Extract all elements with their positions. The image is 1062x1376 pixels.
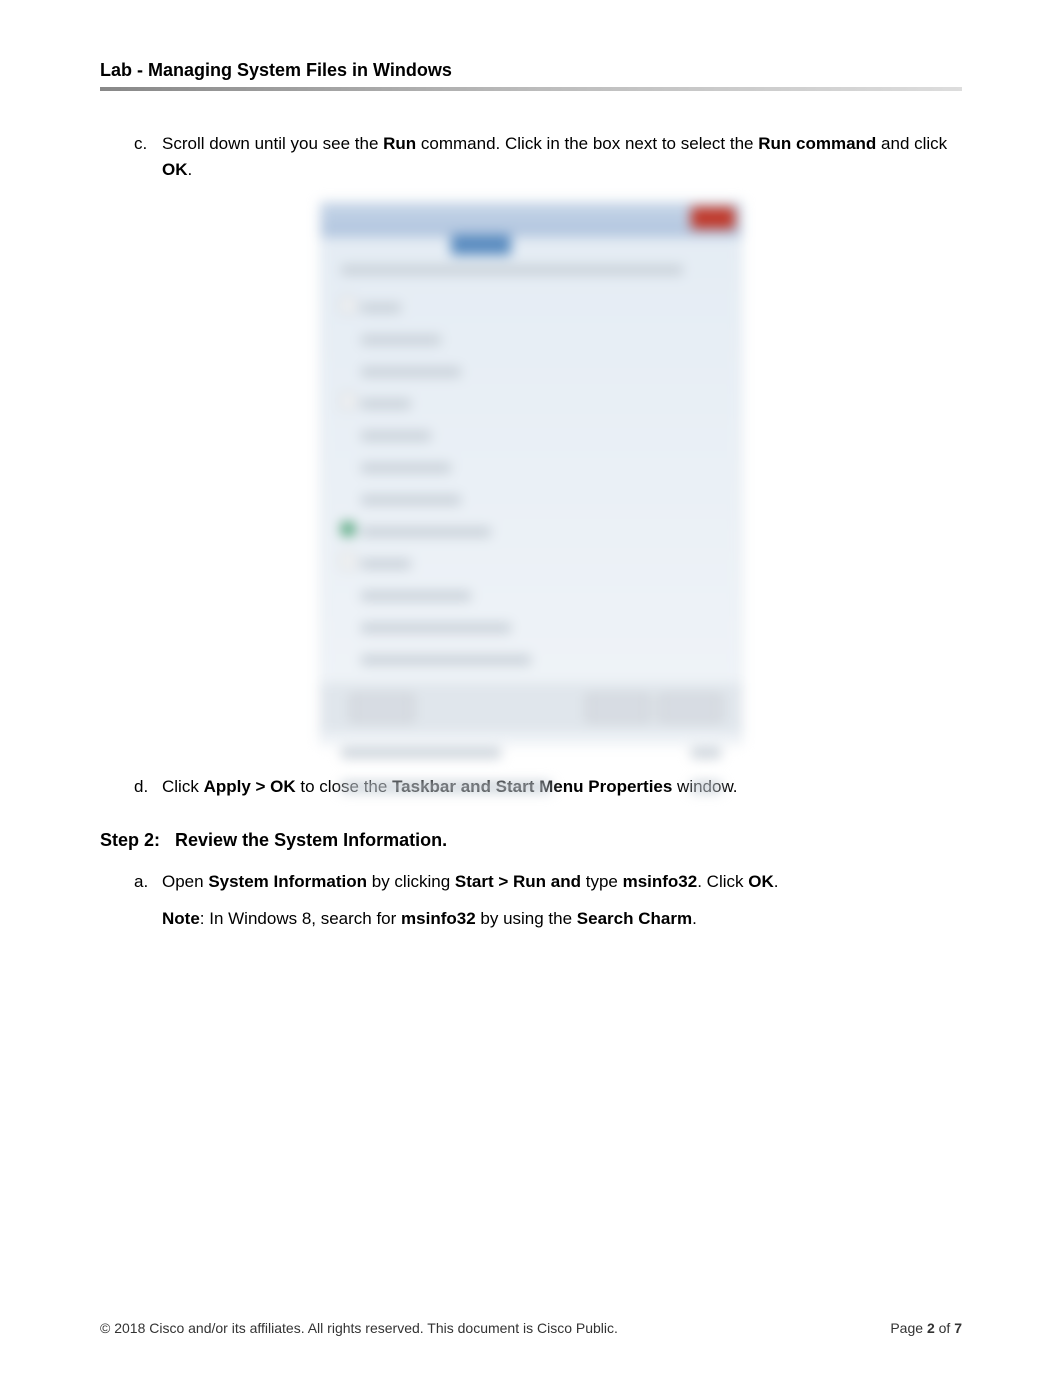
bold-ok: OK — [162, 160, 188, 179]
page-total: 7 — [954, 1320, 962, 1336]
close-icon — [691, 207, 735, 229]
use-default-button — [351, 695, 413, 721]
text: by clicking — [367, 872, 455, 891]
bold-search-charm: Search Charm — [577, 909, 692, 928]
content-a: Open System Information by clicking Star… — [162, 869, 962, 932]
dialog-titlebar — [321, 203, 741, 237]
bold-run: Run — [383, 134, 416, 153]
step-title: Review the System Information. — [175, 830, 447, 850]
copyright-text: © 2018 Cisco and/or its affiliates. All … — [100, 1320, 618, 1336]
bold-msinfo32-2: msinfo32 — [401, 909, 476, 928]
screenshot-customize-start-menu — [320, 202, 742, 744]
text: Click — [162, 777, 204, 796]
lab-header: Lab - Managing System Files in Windows — [100, 60, 962, 91]
bold-run-command: Run command — [758, 134, 881, 153]
note-line: Note: In Windows 8, search for msinfo32 … — [162, 906, 962, 932]
text: : In Windows 8, search for — [200, 909, 401, 928]
text: . — [692, 909, 697, 928]
text: command. Click in the box next to select… — [416, 134, 758, 153]
step-2-heading: Step 2: Review the System Information. — [100, 830, 962, 851]
bold-apply-ok: Apply > OK — [204, 777, 301, 796]
text: Scroll down until you see the — [162, 134, 383, 153]
content-c: Scroll down until you see the Run comman… — [162, 131, 962, 182]
text: and click — [881, 134, 947, 153]
bold-start-run: Start > Run and — [455, 872, 586, 891]
text: by using the — [476, 909, 577, 928]
step-label: Step 2: — [100, 830, 160, 850]
dialog-tab — [451, 235, 511, 255]
header-title: Lab - Managing System Files in Windows — [100, 60, 452, 80]
text: Open — [162, 872, 208, 891]
bold-note: Note — [162, 909, 200, 928]
bold-msinfo32: msinfo32 — [623, 872, 698, 891]
page-number: Page 2 of 7 — [890, 1320, 962, 1336]
bold-ok2: OK — [748, 872, 774, 891]
cancel-button-blurred — [659, 695, 721, 721]
text: type — [586, 872, 623, 891]
text: . Click — [697, 872, 748, 891]
page-footer: © 2018 Cisco and/or its affiliates. All … — [100, 1320, 962, 1336]
page-prefix: Page — [890, 1320, 927, 1336]
marker-d: d. — [134, 774, 162, 800]
ok-button-blurred — [587, 695, 649, 721]
marker-c: c. — [134, 131, 162, 182]
bold-sysinfo: System Information — [208, 872, 367, 891]
text: . — [774, 872, 779, 891]
list-item-a: a. Open System Information by clicking S… — [100, 869, 962, 932]
page-of: of — [935, 1320, 954, 1336]
text: . — [188, 160, 193, 179]
page-current: 2 — [927, 1320, 935, 1336]
marker-a: a. — [134, 869, 162, 932]
list-item-c: c. Scroll down until you see the Run com… — [100, 131, 962, 182]
